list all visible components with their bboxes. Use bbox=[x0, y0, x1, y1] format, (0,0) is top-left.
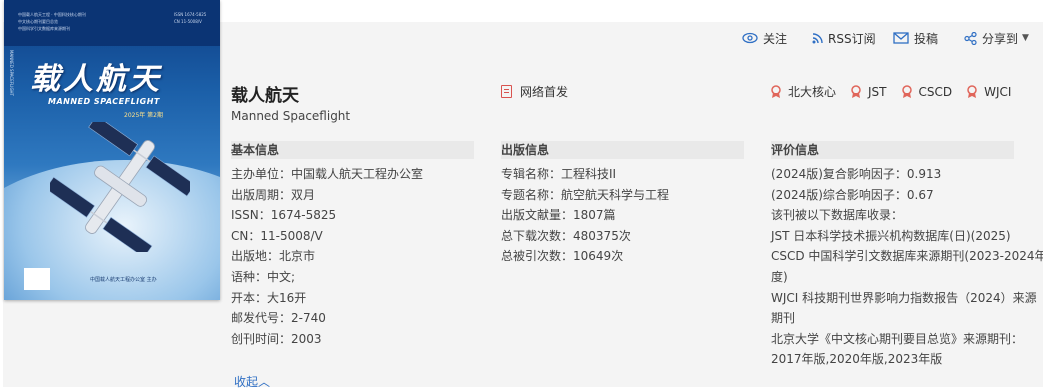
info-row: 创刊时间：2003 bbox=[231, 331, 322, 346]
online-first-label: 网络首发 bbox=[520, 85, 569, 99]
badge-wjci[interactable]: WJCI bbox=[966, 85, 1011, 99]
badge-jst[interactable]: JST bbox=[850, 85, 887, 99]
journal-title: 载人航天 bbox=[231, 86, 299, 106]
collapse-link[interactable]: 收起︿ bbox=[234, 373, 270, 390]
info-row: 主办单位：中国载人航天工程办公室 bbox=[231, 167, 424, 181]
basic-info-list: 主办单位：中国载人航天工程办公室 出版周期：双月 ISSN：1674-5825 … bbox=[231, 164, 423, 349]
badge-label: CSCD bbox=[918, 84, 953, 99]
cover-cn: CN 11-5008/V bbox=[174, 19, 202, 24]
medal-icon bbox=[771, 84, 781, 98]
journal-title-en: Manned Spaceflight bbox=[231, 109, 351, 123]
badge-pku-core[interactable]: 北大核心 bbox=[770, 83, 836, 100]
info-row: 语种：中文; bbox=[231, 269, 296, 284]
cover-publisher: 中国载人航天工程办公室 主办 bbox=[90, 277, 157, 283]
submit-manuscript-button[interactable]: 投稿 bbox=[893, 29, 938, 47]
mail-icon bbox=[893, 32, 909, 44]
info-row: CN：11-5008/V bbox=[231, 228, 323, 243]
info-row: 专题名称：航空航天科学与工程 bbox=[501, 187, 670, 202]
eval-line: JST 日本科学技术振兴机构数据库(日)(2025) bbox=[771, 228, 1011, 243]
badge-label: 北大核心 bbox=[788, 85, 837, 99]
journal-cover-image[interactable]: 中国载人航天工程 · 中国科技核心期刊 中文核心期刊要目总览 中国科学引文数据库… bbox=[4, 0, 220, 300]
eval-line: 北京大学《中文核心期刊要目总览》来源期刊： bbox=[771, 331, 1024, 346]
medal-icon bbox=[901, 84, 912, 98]
badge-label: JST bbox=[868, 84, 887, 99]
eval-line: CSCD 中国科学引文数据库来源期刊(2023-2024年 bbox=[771, 249, 1043, 264]
eval-line: WJCI 科技期刊世界影响力指数报告（2024）来源 bbox=[771, 290, 1037, 305]
section-basic-info: 基本信息 bbox=[231, 141, 474, 159]
info-row: 出版地：北京市 bbox=[231, 249, 316, 264]
section-evaluation-info: 评价信息 bbox=[771, 141, 1014, 159]
publish-info-list: 专辑名称：工程科技II 专题名称：航空航天科学与工程 出版文献量：1807篇 总… bbox=[501, 164, 669, 267]
rss-label: RSS订阅 bbox=[828, 31, 876, 46]
share-label: 分享到 bbox=[982, 31, 1019, 46]
badge-cscd[interactable]: CSCD bbox=[901, 84, 953, 99]
rss-subscribe-button[interactable]: RSS订阅 bbox=[812, 29, 876, 47]
follow-button[interactable]: 关注 bbox=[742, 29, 787, 47]
cover-title-en: MANNED SPACEFLIGHT bbox=[48, 97, 160, 106]
document-icon bbox=[501, 85, 512, 98]
online-first-link[interactable]: 网络首发 bbox=[501, 83, 568, 100]
info-row: 邮发代号：2-740 bbox=[231, 311, 326, 326]
eval-line: 该刊被以下数据库收录： bbox=[771, 208, 904, 223]
rss-icon bbox=[812, 32, 823, 43]
medal-icon bbox=[967, 84, 977, 98]
follow-label: 关注 bbox=[763, 31, 788, 46]
cover-issn: ISSN 1674-5825 bbox=[174, 12, 207, 17]
index-badges: 北大核心 JST CSCD WJCI bbox=[770, 83, 1025, 100]
space-station-image bbox=[50, 122, 190, 252]
eye-icon bbox=[742, 32, 758, 44]
eval-line: 度) bbox=[771, 269, 788, 284]
info-row: 出版文献量：1807篇 bbox=[501, 208, 616, 223]
info-row: 总下载次数：480375次 bbox=[501, 228, 631, 243]
badge-label: WJCI bbox=[984, 84, 1012, 99]
section-publish-info: 出版信息 bbox=[501, 141, 744, 159]
evaluation-info-list: (2024版)复合影响因子：0.913 (2024版)综合影响因子：0.67 该… bbox=[771, 164, 1043, 370]
share-dropdown[interactable]: 分享到 ▼ bbox=[964, 29, 1029, 47]
info-row: 开本：大16开 bbox=[231, 290, 307, 305]
medal-icon bbox=[851, 84, 861, 98]
eval-line: 2017年版,2020年版,2023年版 bbox=[771, 352, 943, 367]
info-row: 专辑名称：工程科技II bbox=[501, 167, 617, 181]
cover-title-cn: 载人航天 bbox=[30, 62, 162, 97]
eval-line: (2024版)复合影响因子：0.913 bbox=[771, 167, 942, 181]
submit-label: 投稿 bbox=[914, 31, 939, 46]
caret-down-icon: ▼ bbox=[1022, 33, 1029, 43]
info-row: 出版周期：双月 bbox=[231, 187, 316, 202]
info-row: ISSN：1674-5825 bbox=[231, 208, 337, 223]
info-row: 总被引次数：10649次 bbox=[501, 249, 624, 264]
cover-barcode bbox=[24, 268, 50, 290]
eval-line: 期刊 bbox=[771, 311, 796, 326]
eval-line: (2024版)综合影响因子：0.67 bbox=[771, 187, 934, 202]
cover-issue: 2025年 第2期 bbox=[124, 112, 163, 119]
share-icon bbox=[964, 31, 977, 45]
